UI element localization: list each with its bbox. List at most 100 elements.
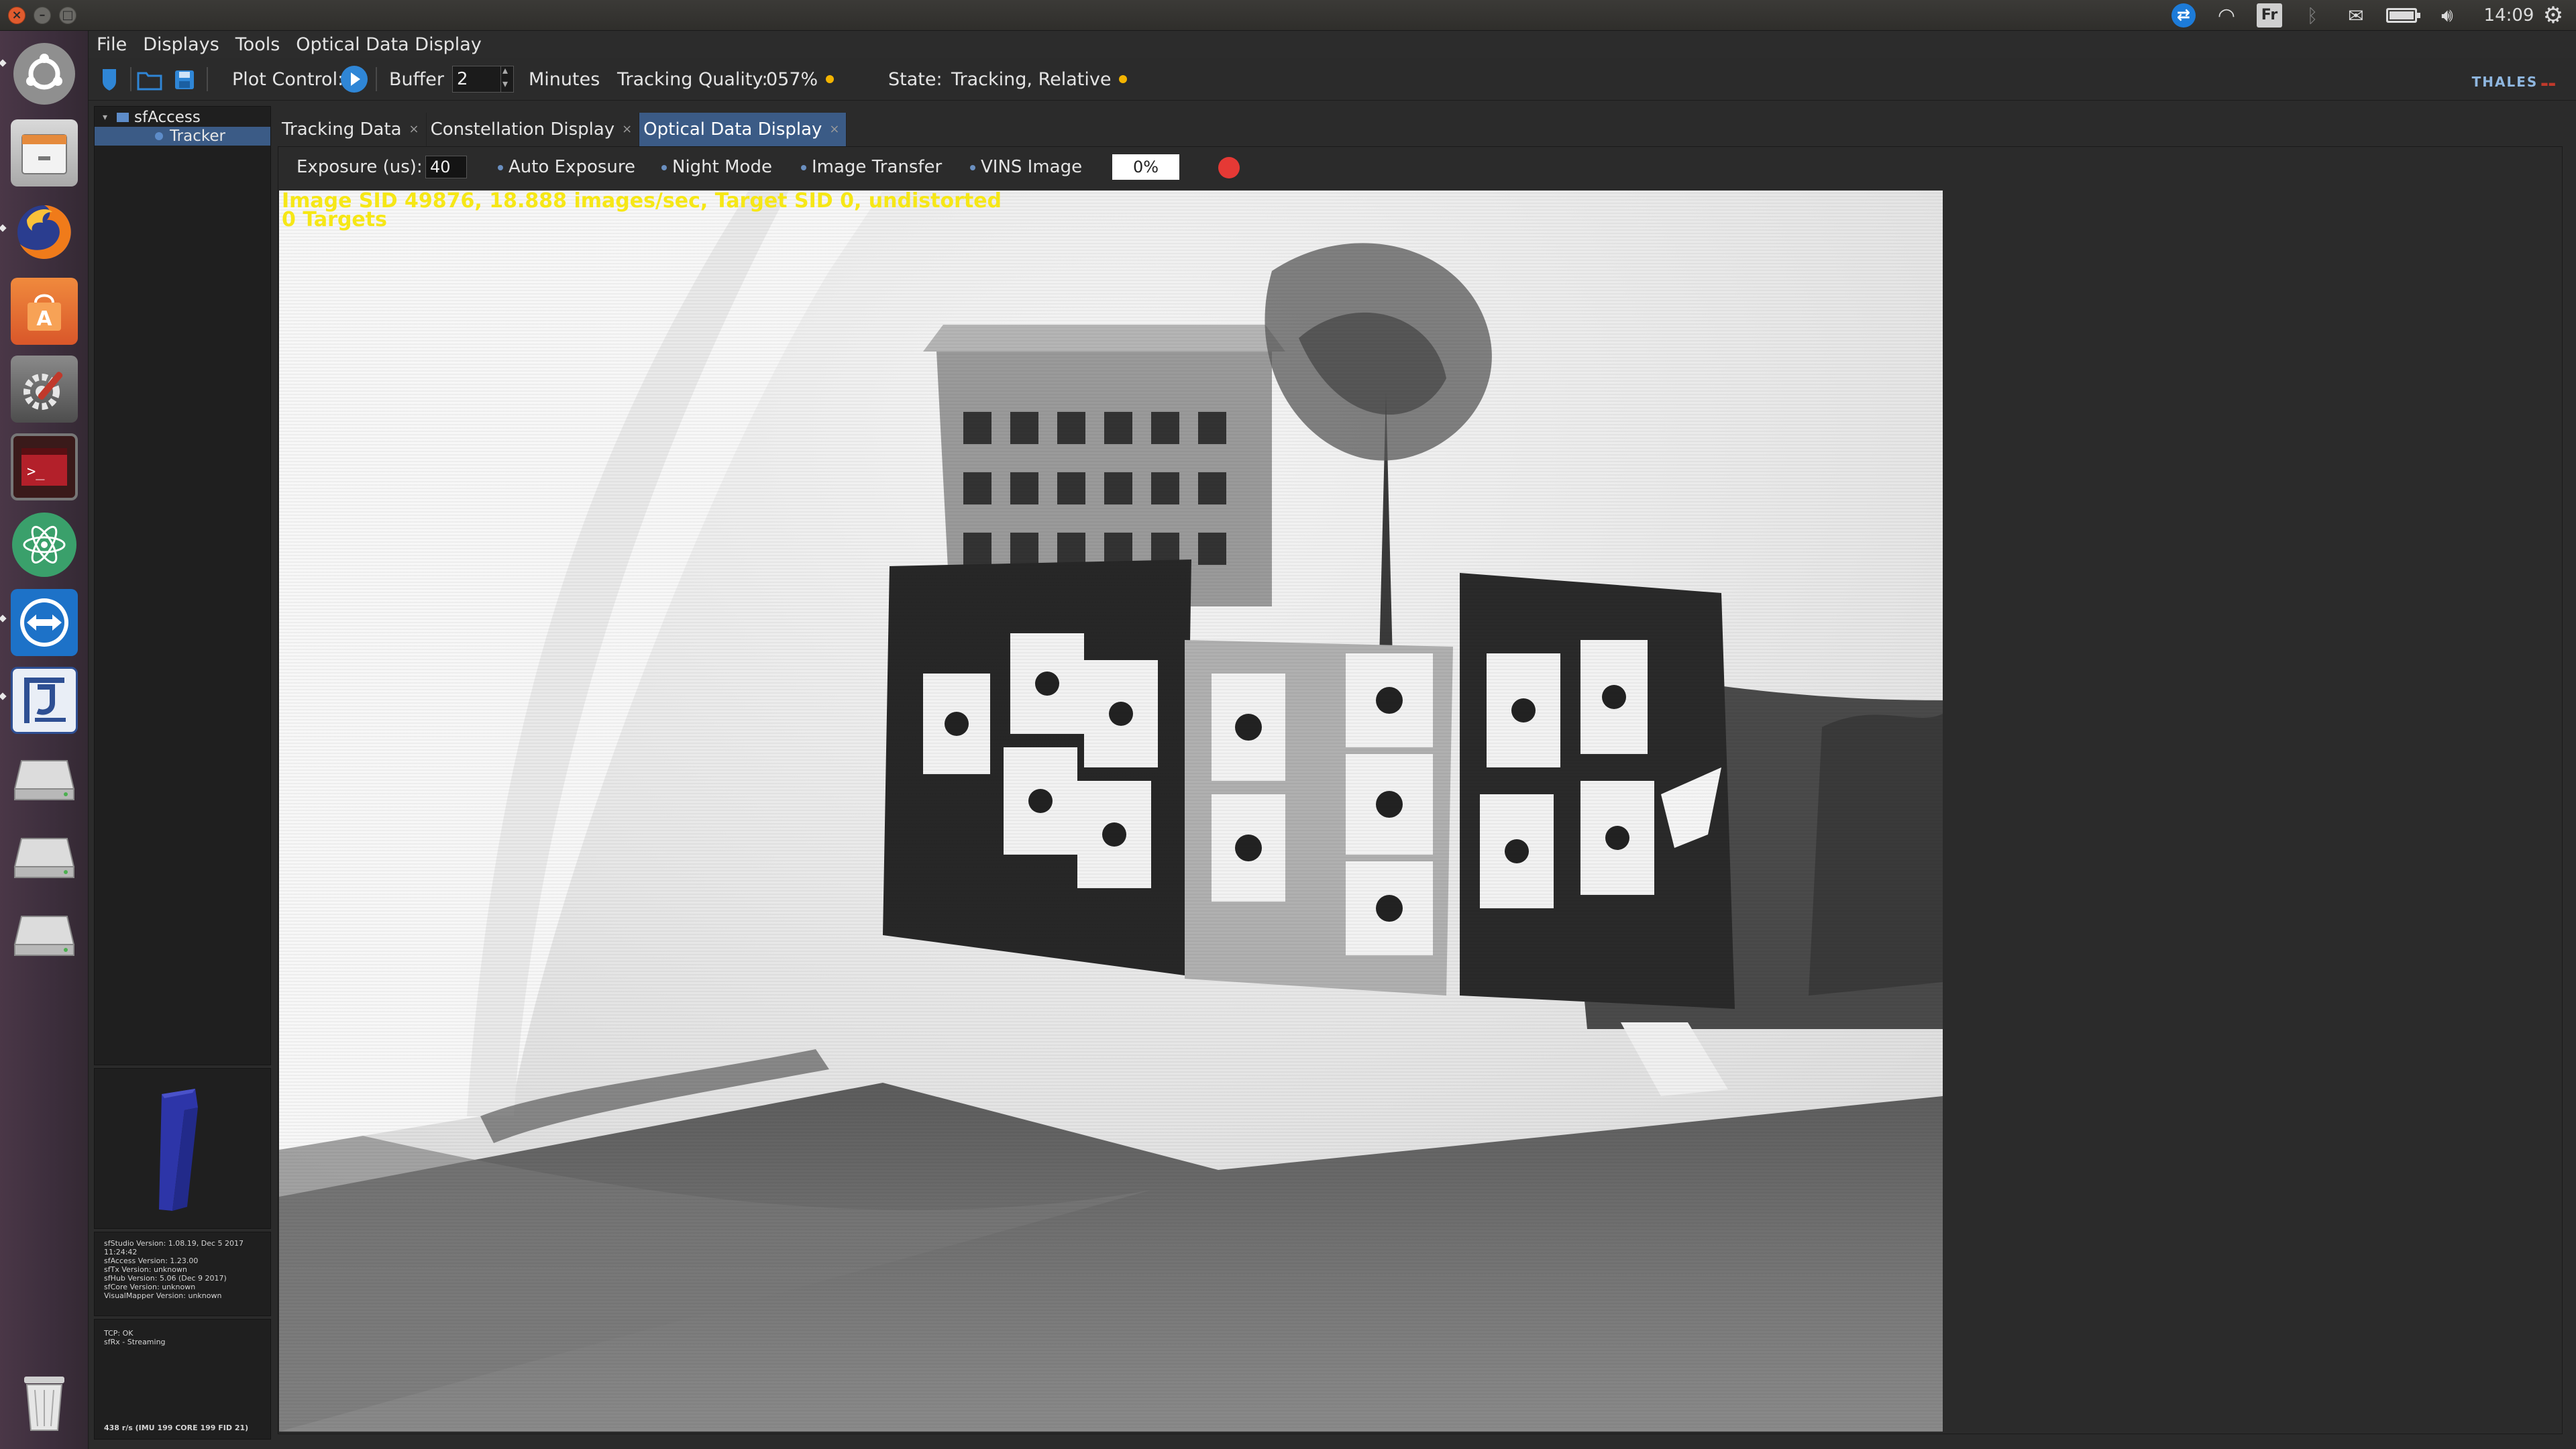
state-label: State: bbox=[888, 68, 943, 90]
overlay-line-targets: 0 Targets bbox=[282, 208, 387, 231]
atom-icon bbox=[12, 513, 76, 577]
drive-icon bbox=[11, 745, 78, 812]
image-transfer-checkbox[interactable]: Image Transfer bbox=[801, 153, 942, 181]
tree-item-sfaccess[interactable]: ▾ sfAccess bbox=[95, 108, 270, 127]
version-line: sfCore Version: unknown bbox=[104, 1283, 196, 1291]
tab-optical-data-display[interactable]: Optical Data Display × bbox=[639, 113, 847, 146]
battery-icon bbox=[2386, 8, 2420, 23]
version-line: sfAccess Version: 1.23.00 bbox=[104, 1256, 199, 1265]
state-indicator bbox=[1119, 75, 1128, 83]
window-close-button[interactable]: × bbox=[8, 7, 25, 24]
exposure-label: Exposure (us): bbox=[297, 157, 423, 177]
system-settings-tray[interactable]: ⚙ bbox=[2537, 0, 2569, 31]
sfrx-status: sfRx - Streaming bbox=[104, 1338, 166, 1346]
menu-tools[interactable]: Tools bbox=[235, 34, 280, 55]
device-icon bbox=[117, 113, 129, 122]
launcher-trash-button[interactable] bbox=[8, 1366, 80, 1438]
device-tree: ▾ sfAccess Tracker bbox=[94, 106, 271, 1065]
auto-exposure-checkbox[interactable]: Auto Exposure bbox=[498, 153, 635, 181]
drive-icon bbox=[11, 900, 78, 967]
tab-tracking-data[interactable]: Tracking Data × bbox=[278, 113, 427, 146]
mail-tray[interactable]: ✉ bbox=[2339, 0, 2373, 31]
launcher-atom-button[interactable] bbox=[8, 508, 80, 581]
vins-image-checkbox[interactable]: VINS Image bbox=[970, 153, 1082, 181]
save-icon bbox=[175, 70, 194, 89]
toolbar: Plot Control: Buffer Minutes Tracking Qu… bbox=[89, 58, 2576, 101]
night-mode-checkbox[interactable]: Night Mode bbox=[661, 153, 772, 181]
tracker-3d-model bbox=[159, 1089, 198, 1211]
window-minimize-button[interactable]: – bbox=[34, 7, 51, 24]
keyboard-layout-tray[interactable]: Fr bbox=[2254, 0, 2285, 31]
volume-icon: 🔊︎ bbox=[2441, 4, 2453, 26]
launcher-drive-1-button[interactable] bbox=[8, 742, 80, 814]
save-button[interactable] bbox=[172, 67, 197, 93]
folder-icon bbox=[137, 72, 162, 91]
drive-icon bbox=[11, 822, 78, 890]
display-tabs: Tracking Data × Constellation Display × Op… bbox=[278, 113, 847, 146]
tree-item-label: sfAccess bbox=[134, 109, 201, 126]
launcher-drive-3-button[interactable] bbox=[8, 898, 80, 970]
rate-status: 438 r/s (IMU 199 CORE 199 FID 21) bbox=[104, 1424, 249, 1432]
volume-tray[interactable]: 🔊︎ bbox=[2428, 0, 2466, 31]
thales-logo: THALES ▬▬ bbox=[2471, 74, 2556, 90]
exposure-input[interactable] bbox=[425, 156, 467, 178]
firefox-icon bbox=[11, 199, 78, 266]
tracking-quality-value-group: 057% bbox=[766, 66, 835, 93]
launcher-teamviewer-button[interactable] bbox=[8, 586, 80, 659]
menu-bar: File Displays Tools Optical Data Display bbox=[89, 31, 2576, 58]
launcher-dash-button[interactable] bbox=[8, 38, 80, 110]
keyboard-layout-indicator: Fr bbox=[2257, 3, 2282, 28]
teamviewer-icon: ⇄ bbox=[2171, 3, 2196, 28]
record-button[interactable] bbox=[1218, 157, 1240, 178]
maximize-icon: □ bbox=[62, 8, 74, 22]
tracker-preview bbox=[94, 1068, 271, 1229]
minimize-icon: – bbox=[39, 8, 46, 22]
tracker-icon bbox=[155, 132, 163, 140]
checkbox-icon bbox=[498, 164, 503, 170]
camera-image: Image SID 49876, 18.888 images/sec, Targ… bbox=[279, 191, 1943, 1432]
ubuntu-logo-icon bbox=[13, 43, 75, 105]
wifi-tray[interactable]: ◠ bbox=[2211, 0, 2242, 31]
open-button[interactable] bbox=[137, 67, 162, 93]
mail-icon: ✉ bbox=[2348, 4, 2364, 27]
trash-icon bbox=[11, 1368, 78, 1436]
launcher-drive-2-button[interactable] bbox=[8, 820, 80, 892]
version-info-panel: sfStudio Version: 1.08.19, Dec 5 2017 11… bbox=[94, 1232, 271, 1316]
launcher-terminal-button[interactable]: >_ bbox=[8, 431, 80, 503]
window-maximize-button[interactable]: □ bbox=[59, 7, 76, 24]
launcher-software-center-button[interactable]: A bbox=[8, 275, 80, 347]
tree-expand-icon[interactable]: ▾ bbox=[103, 112, 107, 123]
tab-constellation-display[interactable]: Constellation Display × bbox=[426, 113, 640, 146]
tab-close-icon[interactable]: × bbox=[409, 113, 419, 146]
launcher-files-button[interactable] bbox=[8, 117, 80, 189]
launcher-firefox-button[interactable] bbox=[8, 196, 80, 268]
battery-tray[interactable] bbox=[2381, 0, 2422, 31]
launcher-sfstudio-button[interactable] bbox=[8, 664, 80, 737]
buffer-stepper[interactable] bbox=[500, 64, 513, 93]
state-value-group: Tracking, Relative bbox=[951, 66, 1128, 93]
clock[interactable]: 14:09 bbox=[2475, 0, 2542, 31]
plot-play-button[interactable] bbox=[341, 66, 368, 93]
connection-status-panel: TCP: OK sfRx - Streaming 438 r/s (IMU 19… bbox=[94, 1319, 271, 1440]
teamviewer-tray[interactable]: ⇄ bbox=[2168, 0, 2199, 31]
connect-button[interactable] bbox=[97, 67, 122, 93]
bluetooth-tray[interactable]: ᛒ bbox=[2297, 0, 2328, 31]
state-value: Tracking, Relative bbox=[951, 68, 1112, 90]
teamviewer-icon bbox=[11, 589, 78, 656]
menu-optical-data-display[interactable]: Optical Data Display bbox=[296, 34, 482, 55]
camera-scene bbox=[279, 191, 1943, 1432]
tab-close-icon[interactable]: × bbox=[622, 113, 632, 146]
plot-control-label: Plot Control: bbox=[232, 68, 344, 90]
buffer-label: Buffer bbox=[389, 68, 444, 90]
launcher-system-settings-button[interactable] bbox=[8, 353, 80, 425]
tree-item-tracker[interactable]: Tracker bbox=[95, 127, 270, 146]
minutes-label: Minutes bbox=[529, 68, 600, 90]
wifi-icon: ◠ bbox=[2217, 3, 2236, 28]
progress-field: 0% bbox=[1112, 154, 1179, 180]
bluetooth-icon: ᛒ bbox=[2306, 4, 2318, 27]
svg-text:>_: >_ bbox=[27, 464, 45, 480]
tab-close-icon[interactable]: × bbox=[829, 113, 839, 146]
system-settings-icon bbox=[11, 356, 78, 423]
menu-displays[interactable]: Displays bbox=[143, 34, 219, 55]
menu-file[interactable]: File bbox=[97, 34, 127, 55]
